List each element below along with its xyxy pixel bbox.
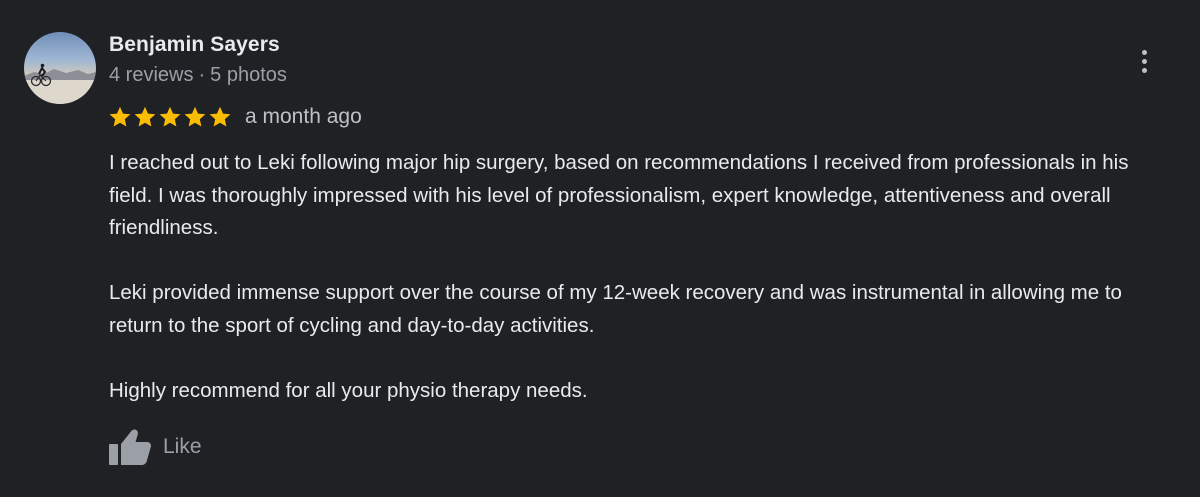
author-stats: 4 reviews · 5 photos [109,64,287,87]
author-avatar[interactable] [24,32,96,104]
more-options-button[interactable] [1128,44,1160,78]
star-rating [108,105,232,129]
rating-row: a month ago [108,104,362,130]
avatar-photo [24,63,96,104]
star-icon [209,106,231,127]
more-vert-icon [1141,67,1147,73]
star-icon [109,106,131,127]
like-button[interactable]: Like [108,427,202,467]
review-count: 4 reviews [109,64,194,86]
star-icon [184,106,206,127]
meta-separator: · [198,64,206,86]
more-vert-icon [1141,49,1147,55]
author-name[interactable]: Benjamin Sayers [109,33,280,57]
review-paragraph: Leki provided immense support over the c… [109,281,1122,337]
star-icon [159,106,181,127]
star-icon [134,106,156,127]
review-paragraph: I reached out to Leki following major hi… [109,151,1129,239]
review-timestamp: a month ago [245,105,362,128]
photo-count: 5 photos [210,64,287,86]
like-label: Like [163,435,202,458]
review-text: I reached out to Leki following major hi… [109,147,1139,407]
review-paragraph: Highly recommend for all your physio the… [109,378,588,402]
review-card: Benjamin Sayers 4 reviews · 5 photos a mon… [0,0,1200,497]
more-vert-icon [1141,58,1147,64]
thumb-up-icon [109,429,151,465]
